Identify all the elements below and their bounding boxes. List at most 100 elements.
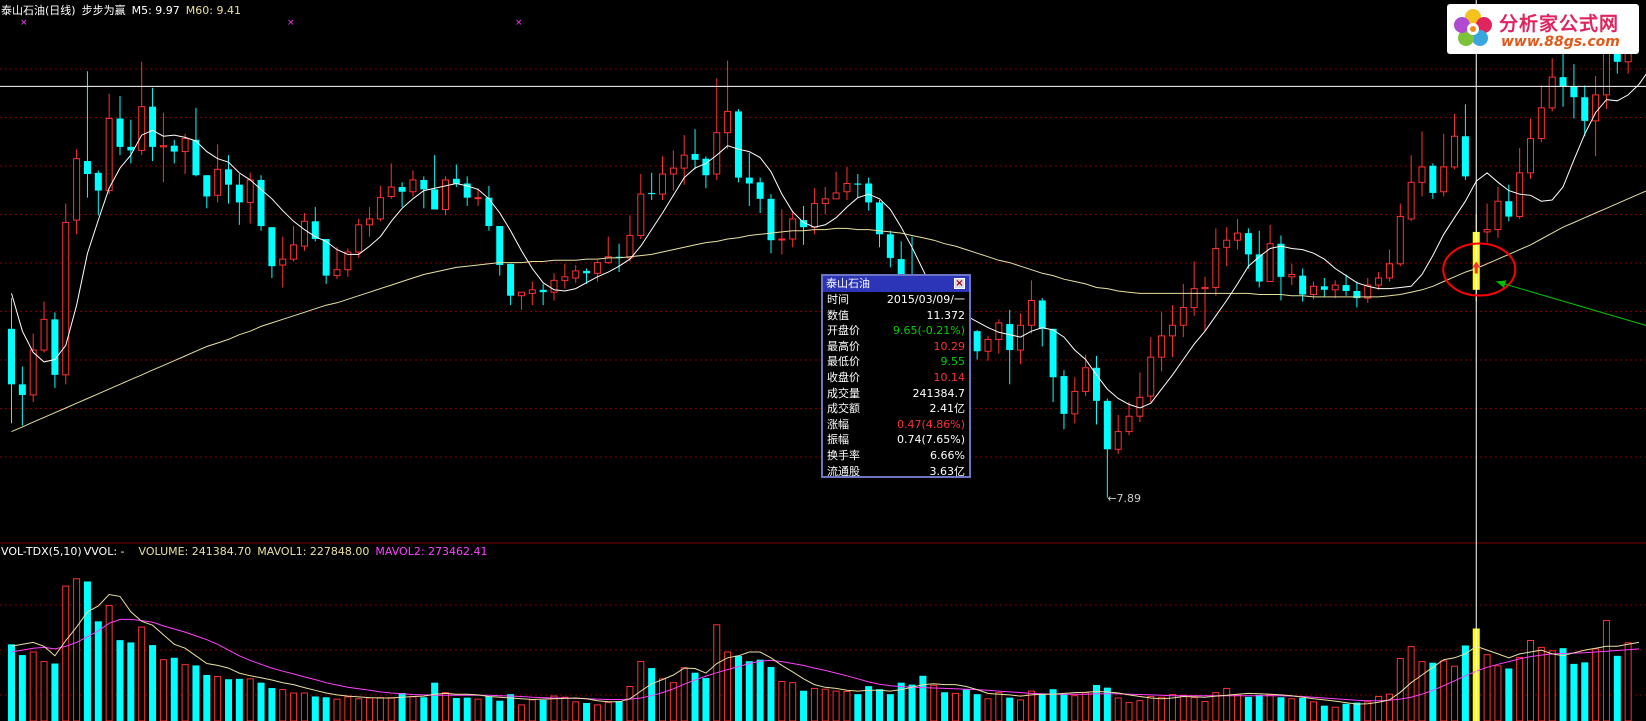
close-icon[interactable]: × <box>954 278 965 289</box>
candle-body <box>1114 431 1122 450</box>
candle-body <box>1461 136 1469 177</box>
volume-bar <box>539 699 547 721</box>
x-marker-icon: × <box>515 18 523 28</box>
volume-bar <box>789 682 797 721</box>
volume-bar <box>1006 697 1014 721</box>
volume-bar <box>1125 702 1133 721</box>
volume-bar <box>279 689 287 721</box>
candle-body <box>1581 97 1589 121</box>
volume-bar <box>1570 663 1578 721</box>
candle-body <box>355 224 363 253</box>
volume-bar <box>214 676 222 721</box>
volume-bar <box>1147 695 1155 721</box>
candle-body <box>1505 201 1513 217</box>
volume-bar <box>170 657 178 721</box>
candle-body <box>810 203 818 228</box>
volume-bar <box>322 697 330 721</box>
volume-bar <box>821 688 829 721</box>
data-info-popup[interactable]: 泰山石油 × 时间 2015/03/09/一 数值 11.372 开盘价 9.65(-… <box>821 274 971 478</box>
volume-bar <box>1559 648 1567 721</box>
candle-body <box>214 168 222 196</box>
candle-body <box>1288 273 1296 278</box>
volume-bar <box>984 698 992 721</box>
candle-body <box>1190 288 1198 309</box>
popup-titlebar[interactable]: 泰山石油 × <box>823 276 969 292</box>
volume-bar <box>333 698 341 721</box>
volume-bar <box>1396 658 1404 721</box>
candle-body <box>116 118 124 147</box>
candle-body <box>149 106 157 147</box>
volume-readout: VOLUME: 241384.70 <box>138 545 252 558</box>
volume-bar <box>886 694 894 721</box>
volume-bar <box>626 686 634 721</box>
candle-body <box>778 238 786 241</box>
volume-bar <box>604 702 612 721</box>
popup-label: 最低价 <box>827 355 860 369</box>
candle-body <box>865 183 873 203</box>
volume-bar <box>1592 648 1600 721</box>
volume-bar <box>1548 650 1556 721</box>
volume-bar <box>311 696 319 721</box>
candle-body <box>528 289 536 294</box>
candle-body <box>474 197 482 200</box>
candle-body <box>854 183 862 185</box>
candle-body <box>1375 277 1383 286</box>
popup-value: 241384.7 <box>912 386 966 400</box>
candle-body <box>1570 86 1578 98</box>
candle-body <box>843 182 851 193</box>
popup-label: 涨幅 <box>827 417 849 431</box>
popup-row-time: 时间 2015/03/09/一 <box>823 292 969 308</box>
volume-bar <box>1136 700 1144 721</box>
candle-body <box>1266 243 1274 283</box>
popup-value: 2015/03/09/一 <box>886 293 965 306</box>
volume-bar <box>181 664 189 721</box>
candle-body <box>1158 335 1166 358</box>
candle-body <box>984 338 992 352</box>
m60-readout: M60: 9.41 <box>185 4 241 17</box>
candle-body <box>1027 299 1035 326</box>
candle-body <box>1168 324 1176 337</box>
volume-bar <box>94 621 102 721</box>
volume-bar <box>83 581 91 721</box>
candle-body <box>1483 229 1491 233</box>
volume-bar <box>1516 656 1524 721</box>
candle-body <box>1537 107 1545 140</box>
candle-body <box>94 172 102 191</box>
candle-body <box>1071 390 1079 415</box>
candle-body <box>431 189 439 210</box>
popup-label: 时间 <box>827 293 849 306</box>
volume-bar <box>235 678 243 721</box>
volume-bar <box>1483 654 1491 721</box>
volume-bar <box>344 696 352 721</box>
candle-body <box>1212 247 1220 288</box>
popup-label: 收盘价 <box>827 370 860 384</box>
volume-bar <box>485 696 493 721</box>
popup-row-amplitude: 振幅 0.74(7.65%) <box>823 432 969 448</box>
volume-bar <box>800 690 808 721</box>
popup-label: 换手率 <box>827 448 860 462</box>
candle-body <box>561 276 569 281</box>
popup-value: 0.47(4.86%) <box>896 417 965 431</box>
volume-bar <box>1581 662 1589 721</box>
volume-bar <box>1320 705 1328 721</box>
candle-body <box>225 169 232 185</box>
candle-body <box>821 198 829 205</box>
volume-bar <box>1255 694 1263 721</box>
volume-bar <box>1494 665 1502 721</box>
volume-bar <box>1440 660 1448 721</box>
popup-row-open: 开盘价 9.65(-0.21%) <box>823 323 969 339</box>
m5-readout: M5: 9.97 <box>131 4 180 17</box>
candle-body <box>507 263 515 296</box>
volume-bar <box>300 692 308 721</box>
candle-body <box>290 244 298 260</box>
volume-bar <box>1624 642 1632 721</box>
volume-bar <box>290 692 298 721</box>
candle-body <box>626 234 634 259</box>
volume-bar <box>572 701 580 721</box>
candle-body <box>322 239 330 276</box>
candle-body <box>572 270 580 279</box>
candle-body <box>170 145 178 152</box>
volume-bar <box>854 694 862 721</box>
popup-label: 开盘价 <box>827 324 860 338</box>
candle-body <box>235 184 243 203</box>
